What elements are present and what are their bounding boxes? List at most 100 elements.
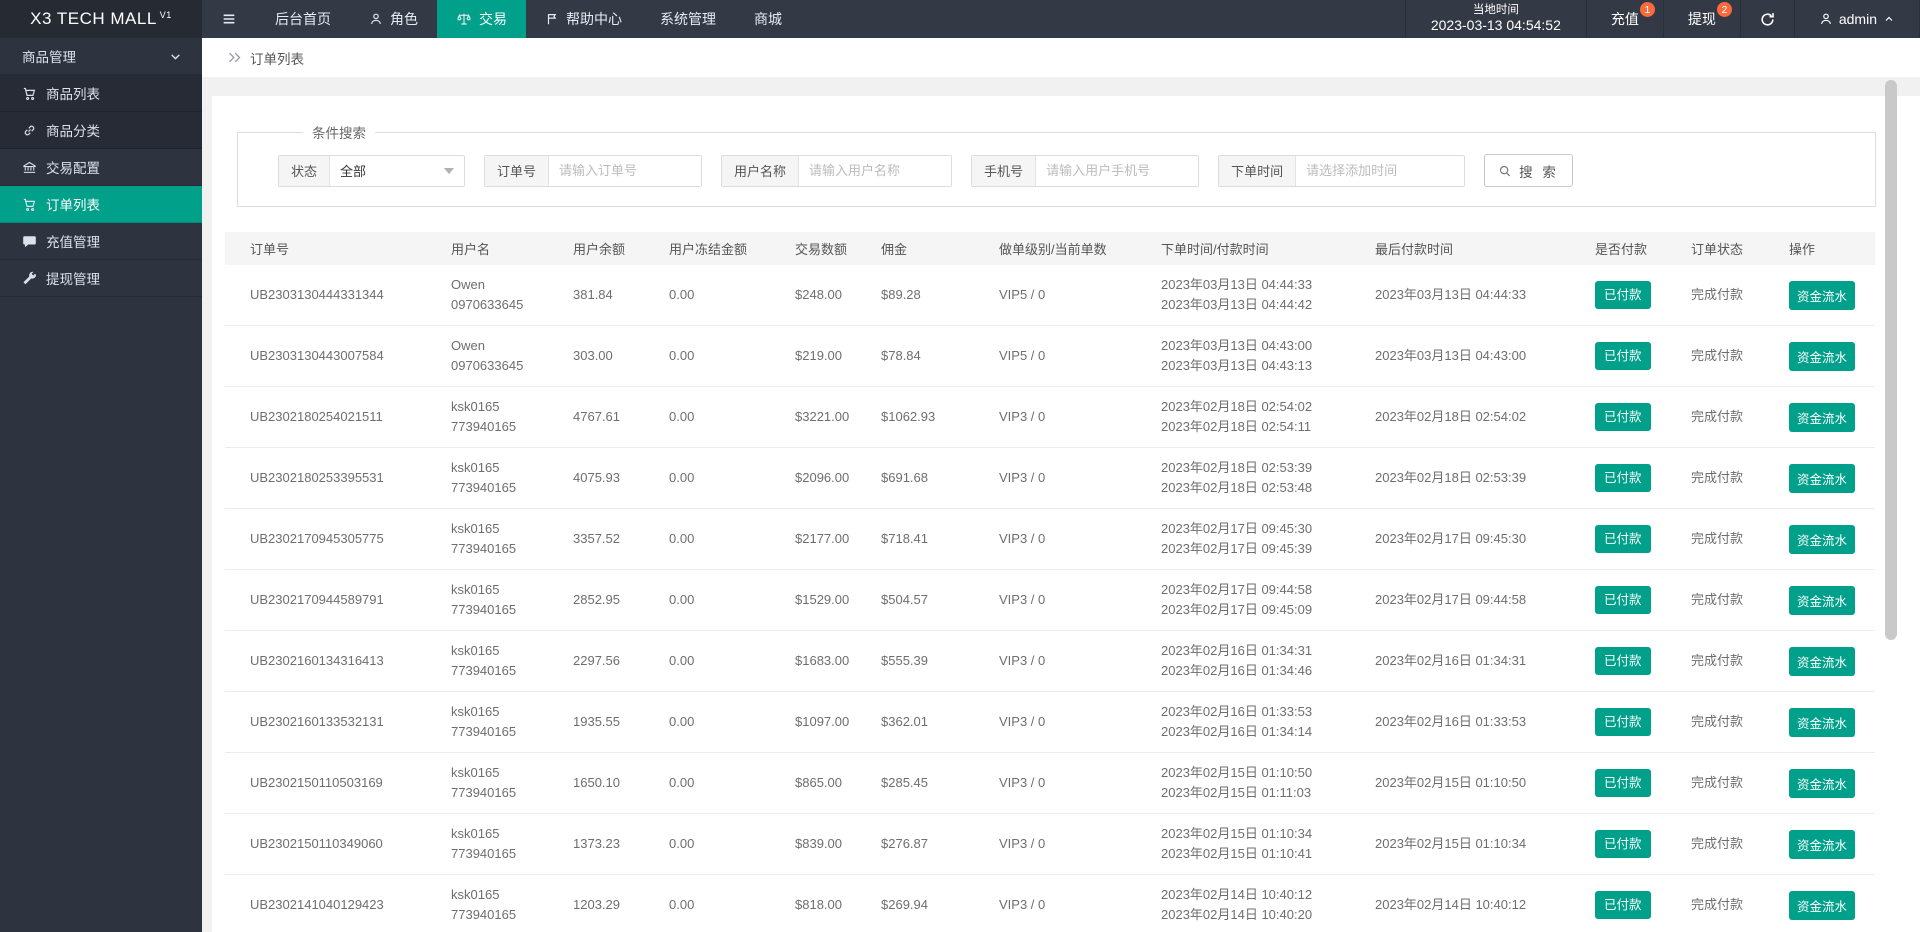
table-row: UB2302180254021511 ksk0165 773940165 476… bbox=[225, 386, 1875, 448]
recharge-button[interactable]: 充值 1 bbox=[1587, 0, 1664, 38]
funds-flow-button[interactable]: 资金流水 bbox=[1789, 280, 1856, 310]
sidebar-toggle-button[interactable] bbox=[202, 0, 256, 38]
user-account: 773940165 bbox=[451, 846, 517, 861]
content-panel: 条件搜索 状态 全部 订单号 用户名称 手 bbox=[212, 96, 1920, 932]
col-level: 做单级别/当前单数 bbox=[991, 232, 1153, 265]
order-time: 2023年02月18日 02:53:39 bbox=[1161, 460, 1313, 475]
commission: $362.01 bbox=[881, 714, 928, 729]
user-frozen: 0.00 bbox=[669, 470, 695, 485]
pay-time: 2023年02月15日 01:11:03 bbox=[1161, 785, 1312, 800]
vip-level: VIP5 / 0 bbox=[999, 348, 1046, 363]
vip-level: VIP3 / 0 bbox=[999, 836, 1046, 851]
user-name: ksk0165 bbox=[451, 887, 500, 902]
funds-flow-button[interactable]: 资金流水 bbox=[1789, 768, 1856, 798]
user-name: ksk0165 bbox=[451, 582, 500, 597]
nav-item-trade[interactable]: 交易 bbox=[437, 0, 526, 38]
user-account: 0970633645 bbox=[451, 358, 524, 373]
app-logo-text: X3 TECH MALL bbox=[30, 9, 157, 28]
sidebar-group-product-management[interactable]: 商品管理 bbox=[0, 38, 202, 75]
vertical-scrollbar-thumb[interactable] bbox=[1885, 80, 1897, 640]
funds-flow-button[interactable]: 资金流水 bbox=[1789, 829, 1856, 859]
status-select[interactable]: 全部 bbox=[330, 156, 464, 186]
page-title: 订单列表 bbox=[250, 51, 304, 67]
funds-flow-button[interactable]: 资金流水 bbox=[1789, 585, 1856, 615]
trade-amount: $1529.00 bbox=[795, 592, 850, 607]
withdraw-button[interactable]: 提现 2 bbox=[1664, 0, 1741, 38]
funds-flow-button[interactable]: 资金流水 bbox=[1789, 341, 1856, 371]
funds-flow-button[interactable]: 资金流水 bbox=[1789, 646, 1856, 676]
paid-status-badge: 已付款 bbox=[1595, 891, 1651, 919]
sidebar-item-withdraw-management[interactable]: 提现管理 bbox=[0, 260, 202, 297]
order-status: 完成付款 bbox=[1691, 409, 1744, 424]
trade-amount: $3221.00 bbox=[795, 409, 850, 424]
order-no-input[interactable] bbox=[549, 155, 702, 186]
sidebar-item-product-category[interactable]: 商品分类 bbox=[0, 112, 202, 149]
order-time: 2023年02月16日 01:34:31 bbox=[1161, 643, 1313, 658]
nav-item-mall[interactable]: 商城 bbox=[735, 0, 801, 38]
nav-item-home[interactable]: 后台首页 bbox=[256, 0, 350, 38]
col-commission: 佣金 bbox=[873, 232, 991, 265]
sidebar-item-trade-config[interactable]: 交易配置 bbox=[0, 149, 202, 186]
vip-level: VIP3 / 0 bbox=[999, 409, 1046, 424]
nav-item-role[interactable]: 角色 bbox=[350, 0, 437, 38]
funds-flow-button[interactable]: 资金流水 bbox=[1789, 463, 1856, 493]
refresh-button[interactable] bbox=[1741, 0, 1795, 38]
col-status: 订单状态 bbox=[1683, 232, 1781, 265]
trade-amount: $865.00 bbox=[795, 775, 842, 790]
order-time-input[interactable] bbox=[1296, 155, 1465, 186]
phone-input[interactable] bbox=[1036, 155, 1199, 186]
user-account: 773940165 bbox=[451, 602, 517, 617]
table-row: UB2302141040129423 ksk0165 773940165 120… bbox=[225, 874, 1875, 932]
last-pay-time: 2023年02月14日 10:40:12 bbox=[1375, 897, 1527, 912]
nav-item-system[interactable]: 系统管理 bbox=[641, 0, 735, 38]
sidebar-item-recharge-management[interactable]: 充值管理 bbox=[0, 223, 202, 260]
funds-flow-button[interactable]: 资金流水 bbox=[1789, 402, 1856, 432]
refresh-icon bbox=[1761, 12, 1774, 26]
order-time: 2023年02月17日 09:44:58 bbox=[1161, 582, 1313, 597]
local-time-label: 当地时间 bbox=[1472, 4, 1519, 17]
trade-amount: $818.00 bbox=[795, 897, 842, 912]
trade-amount: $219.00 bbox=[795, 348, 842, 363]
order-status: 完成付款 bbox=[1691, 714, 1744, 729]
order-status: 完成付款 bbox=[1691, 287, 1744, 302]
trade-amount: $2096.00 bbox=[795, 470, 850, 485]
last-pay-time: 2023年02月18日 02:54:02 bbox=[1375, 409, 1527, 424]
vip-level: VIP5 / 0 bbox=[999, 287, 1046, 302]
paid-status-badge: 已付款 bbox=[1595, 281, 1651, 309]
commission: $285.45 bbox=[881, 775, 928, 790]
app-logo-version: V1 bbox=[159, 10, 172, 20]
table-row: UB2303130443007584 Owen 0970633645 303.0… bbox=[225, 325, 1875, 387]
sidebar-item-product-list[interactable]: 商品列表 bbox=[0, 75, 202, 112]
username-input[interactable] bbox=[799, 155, 952, 186]
vip-level: VIP3 / 0 bbox=[999, 592, 1046, 607]
col-balance: 用户余额 bbox=[565, 232, 661, 265]
user-icon bbox=[371, 13, 381, 25]
order-no: UB2303130444331344 bbox=[250, 287, 384, 302]
sidebar-item-order-list[interactable]: 订单列表 bbox=[0, 186, 202, 223]
user-name: ksk0165 bbox=[451, 643, 500, 658]
topbar: X3 TECH MALL V1 后台首页 角色 交易 帮助中心 系统管理 商城 … bbox=[0, 0, 1920, 38]
order-time: 2023年02月17日 09:45:30 bbox=[1161, 521, 1313, 536]
table-row: UB2302150110349060 ksk0165 773940165 137… bbox=[225, 813, 1875, 875]
hamburger-icon bbox=[223, 14, 235, 24]
user-name: ksk0165 bbox=[451, 826, 500, 841]
vip-level: VIP3 / 0 bbox=[999, 897, 1046, 912]
status-label: 状态 bbox=[279, 155, 331, 186]
search-button[interactable]: 搜 索 bbox=[1484, 154, 1573, 187]
paid-status-badge: 已付款 bbox=[1595, 769, 1651, 797]
app-logo: X3 TECH MALL V1 bbox=[0, 0, 202, 38]
user-balance: 1935.55 bbox=[573, 714, 620, 729]
nav-item-help[interactable]: 帮助中心 bbox=[526, 0, 641, 38]
user-menu[interactable]: admin bbox=[1795, 0, 1920, 38]
funds-flow-button[interactable]: 资金流水 bbox=[1789, 524, 1856, 554]
scales-icon bbox=[457, 13, 471, 25]
order-no: UB2302180253395531 bbox=[250, 470, 384, 485]
vip-level: VIP3 / 0 bbox=[999, 531, 1046, 546]
paid-status-badge: 已付款 bbox=[1595, 647, 1651, 675]
order-no: UB2302170944589791 bbox=[250, 592, 384, 607]
funds-flow-button[interactable]: 资金流水 bbox=[1789, 707, 1856, 737]
funds-flow-button[interactable]: 资金流水 bbox=[1789, 890, 1856, 920]
order-no: UB2302170945305775 bbox=[250, 531, 384, 546]
commission: $691.68 bbox=[881, 470, 928, 485]
filter-row: 状态 全部 订单号 用户名称 手机号 bbox=[278, 154, 1860, 187]
